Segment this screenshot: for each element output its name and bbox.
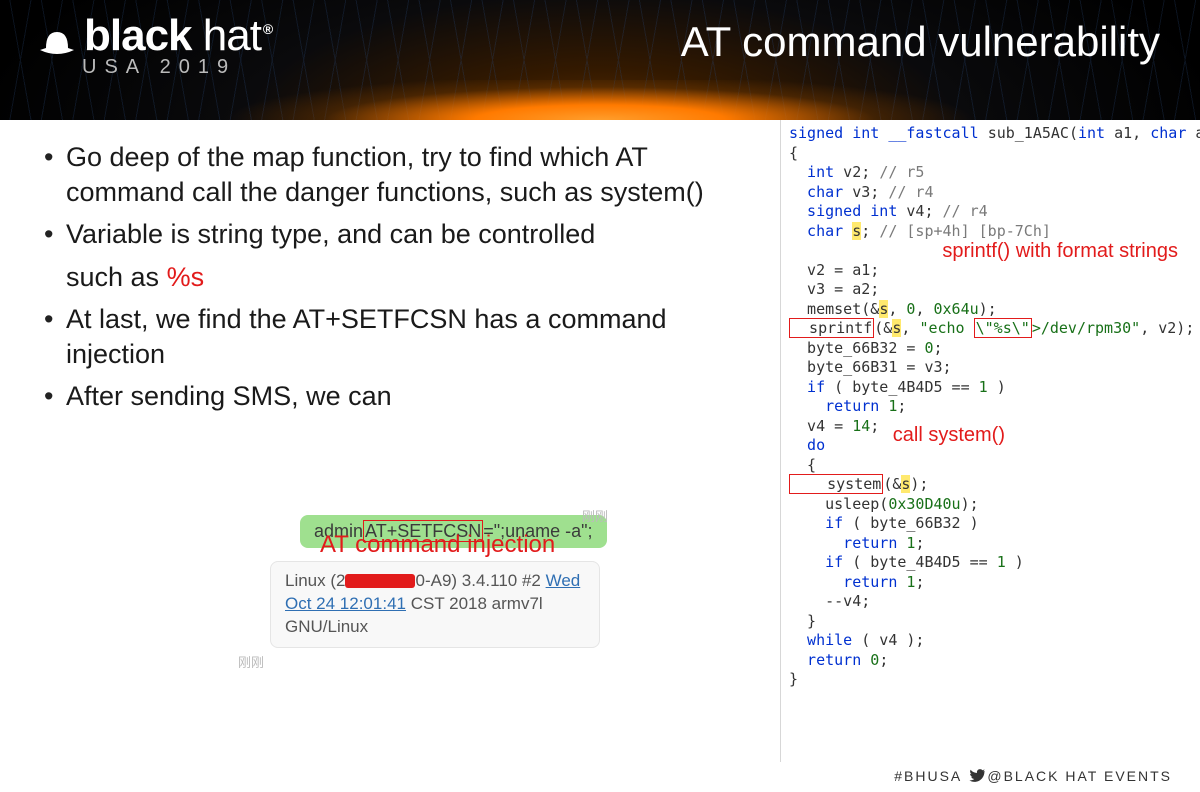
decompiled-code: signed int __fastcall sub_1A5AC(int a1, … (780, 120, 1190, 762)
slide-body: Go deep of the map function, try to find… (0, 120, 1200, 792)
bullet-2-sub: such as %s (40, 260, 760, 295)
sms-incoming-bubble: Linux (20-A9) 3.4.110 #2 Wed Oct 24 12:0… (270, 561, 600, 648)
slide-footer: #BHUSA @BLACK HAT EVENTS (894, 768, 1172, 786)
slide: black hat® USA 2019 AT command vulnerabi… (0, 0, 1200, 792)
sms-time-left: 刚刚 (238, 652, 650, 671)
bullet-1: Go deep of the map function, try to find… (40, 140, 760, 209)
twitter-icon (969, 769, 985, 786)
sms-screenshot: adminAT+SETFCSN=";uname -a"; 刚刚 AT comma… (230, 515, 650, 671)
bullet-3: At last, we find the AT+SETFCSN has a co… (40, 302, 760, 371)
redacted-block (345, 574, 415, 588)
bullet-4: After sending SMS, we can (40, 379, 760, 414)
blackhat-logo: black hat® USA 2019 (34, 14, 272, 79)
bullet-list: Go deep of the map function, try to find… (40, 140, 760, 422)
slide-header: black hat® USA 2019 AT command vulnerabi… (0, 0, 1200, 120)
sms-time-right: 刚刚 (582, 506, 650, 525)
annotation-sprintf: sprintf() with format strings (942, 238, 1178, 264)
hat-icon (34, 28, 80, 58)
bullet-2: Variable is string type, and can be cont… (40, 217, 760, 252)
annotation-system: call system() (893, 422, 1005, 448)
logo-text: black hat® (84, 14, 272, 58)
slide-title: AT command vulnerability (681, 18, 1160, 66)
